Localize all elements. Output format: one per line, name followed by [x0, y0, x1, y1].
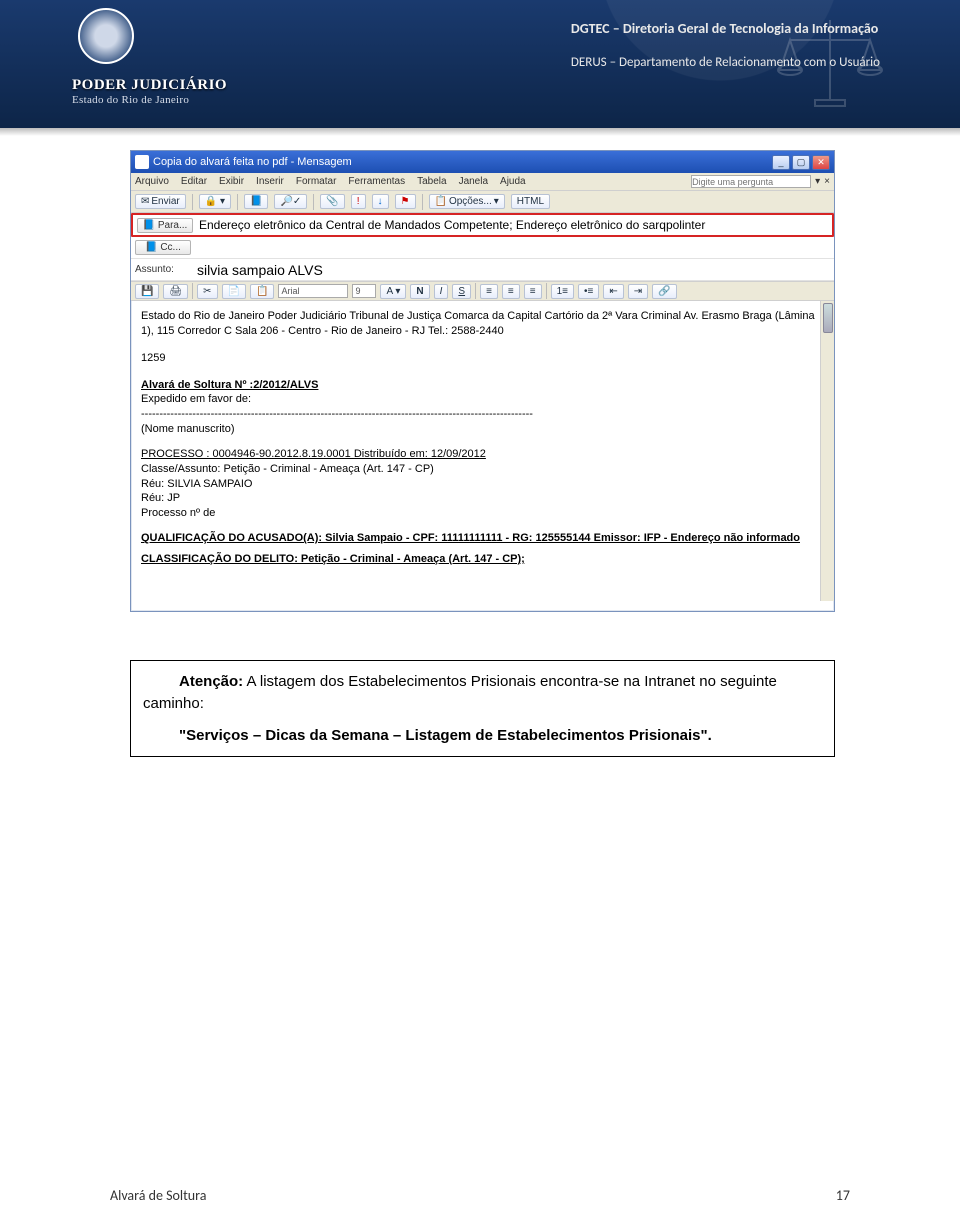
importance-low-button[interactable]: ↓ — [372, 194, 389, 209]
body-classif: CLASSIFICAÇÃO DO DELITO: Petição - Crimi… — [141, 552, 824, 567]
message-header-fields: 📘 Para... Endereço eletrônico da Central… — [131, 213, 834, 281]
accounts-button[interactable]: 🔒 ▾ — [199, 194, 231, 209]
copy-icon[interactable]: 📄 — [222, 284, 246, 299]
email-window: Copia do alvará feita no pdf - Mensagem … — [130, 150, 835, 612]
dropdown-icon[interactable]: ▾ — [815, 176, 820, 187]
coat-of-arms-icon — [78, 8, 134, 64]
bulleted-list-icon[interactable]: •≡ — [578, 284, 599, 299]
body-classe: Classe/Assunto: Petição - Criminal - Ame… — [141, 462, 824, 477]
to-label-button[interactable]: 📘 Para... — [137, 218, 193, 233]
org-line2: Estado do Rio de Janeiro — [72, 94, 227, 106]
minimize-button[interactable]: _ — [772, 155, 790, 170]
align-right-icon[interactable]: ≡ — [524, 284, 542, 299]
window-title: Copia do alvará feita no pdf - Mensagem — [153, 156, 352, 168]
page-header: PODER JUDICIÁRIO Estado do Rio de Janeir… — [0, 0, 960, 130]
org-title: PODER JUDICIÁRIO Estado do Rio de Janeir… — [72, 77, 227, 106]
bold-button[interactable]: N — [410, 284, 429, 299]
body-org-line: Estado do Rio de Janeiro Poder Judiciári… — [141, 309, 824, 339]
org-line1: PODER JUDICIÁRIO — [72, 77, 227, 94]
to-row: 📘 Para... Endereço eletrônico da Central… — [131, 213, 834, 237]
check-names-button[interactable]: 🔎✓ — [274, 194, 307, 209]
body-expedido: Expedido em favor de: — [141, 392, 824, 407]
outdent-icon[interactable]: ⇤ — [603, 284, 623, 299]
header-shadow — [0, 128, 960, 136]
insert-icon[interactable]: 🔗 — [652, 284, 676, 299]
body-alvara-title: Alvará de Soltura Nº :2/2012/ALVS — [141, 378, 824, 393]
menu-tabela[interactable]: Tabela — [417, 176, 446, 187]
body-nome: (Nome manuscrito) — [141, 422, 824, 437]
attention-box: Atenção: A listagem dos Estabelecimentos… — [130, 660, 835, 757]
options-button[interactable]: 📋 Opções... ▾ — [429, 194, 505, 209]
address-book-button[interactable]: 📘 — [244, 194, 268, 209]
print-icon[interactable]: 🖨 — [163, 284, 188, 299]
cc-row: 📘 Cc... — [131, 237, 834, 259]
toolbar: ✉ Enviar 🔒 ▾ 📘 🔎✓ 📎 ! ↓ ⚑ 📋 Opções... ▾ … — [131, 191, 834, 213]
body-qualif: QUALIFICAÇÃO DO ACUSADO(A): Silvia Sampa… — [141, 531, 824, 546]
body-num: 1259 — [141, 351, 824, 366]
align-left-icon[interactable]: ≡ — [480, 284, 498, 299]
italic-button[interactable]: I — [434, 284, 449, 299]
scroll-thumb[interactable] — [823, 303, 833, 333]
cut-icon[interactable]: ✂ — [197, 284, 217, 299]
body-processo: PROCESSO : 0004946-90.2012.8.19.0001 Dis… — [141, 447, 824, 462]
window-controls: _ ▢ ✕ — [772, 155, 830, 170]
maximize-button[interactable]: ▢ — [792, 155, 810, 170]
body-procnum: Processo nº de — [141, 506, 824, 521]
indent-icon[interactable]: ⇥ — [628, 284, 648, 299]
menu-inserir[interactable]: Inserir — [256, 176, 284, 187]
body-dashes: ----------------------------------------… — [141, 407, 824, 422]
menu-ajuda[interactable]: Ajuda — [500, 176, 526, 187]
menu-arquivo[interactable]: Arquivo — [135, 176, 169, 187]
body-reu1: Réu: SILVIA SAMPAIO — [141, 477, 824, 492]
send-button[interactable]: ✉ Enviar — [135, 194, 186, 209]
format-html-button[interactable]: HTML — [511, 194, 550, 209]
subject-row: Assunto: silvia sampaio ALVS — [131, 259, 834, 281]
subject-value[interactable]: silvia sampaio ALVS — [197, 262, 830, 278]
footer-title: Alvará de Soltura — [110, 1187, 206, 1204]
menu-formatar[interactable]: Formatar — [296, 176, 337, 187]
menu-janela[interactable]: Janela — [459, 176, 488, 187]
attention-line1: Atenção: A listagem dos Estabelecimentos… — [143, 671, 822, 715]
page-footer: Alvará de Soltura 17 — [110, 1187, 850, 1204]
vertical-scrollbar[interactable] — [820, 301, 834, 601]
header-dept2: DERUS – Departamento de Relacionamento c… — [571, 55, 880, 70]
close-icon[interactable]: × — [824, 176, 830, 187]
close-button[interactable]: ✕ — [812, 155, 830, 170]
font-color-icon[interactable]: A ▾ — [380, 284, 406, 299]
importance-high-button[interactable]: ! — [351, 194, 366, 209]
save-icon[interactable]: 💾 — [135, 284, 159, 299]
message-body[interactable]: Estado do Rio de Janeiro Poder Judiciári… — [131, 301, 834, 601]
app-icon — [135, 155, 149, 169]
attention-line2: "Serviços – Dicas da Semana – Listagem d… — [143, 725, 822, 747]
align-center-icon[interactable]: ≡ — [502, 284, 520, 299]
font-combo[interactable]: Arial — [278, 284, 348, 298]
menu-exibir[interactable]: Exibir — [219, 176, 244, 187]
paste-icon[interactable]: 📋 — [250, 284, 274, 299]
window-titlebar[interactable]: Copia do alvará feita no pdf - Mensagem … — [131, 151, 834, 173]
numbered-list-icon[interactable]: 1≡ — [551, 284, 574, 299]
header-right: DGTEC – Diretoria Geral de Tecnologia da… — [571, 20, 880, 70]
menu-ferramentas[interactable]: Ferramentas — [348, 176, 405, 187]
body-reu2: Réu: JP — [141, 491, 824, 506]
underline-button[interactable]: S — [452, 284, 471, 299]
flag-button[interactable]: ⚑ — [395, 194, 416, 209]
font-size-combo[interactable]: 9 — [352, 284, 376, 298]
footer-page-number: 17 — [836, 1187, 850, 1204]
menu-editar[interactable]: Editar — [181, 176, 207, 187]
menubar: Arquivo Editar Exibir Inserir Formatar F… — [131, 173, 834, 191]
header-dept1: DGTEC – Diretoria Geral de Tecnologia da… — [571, 20, 880, 37]
cc-label-button[interactable]: 📘 Cc... — [135, 240, 191, 255]
ask-question-input[interactable] — [691, 175, 811, 188]
subject-label: Assunto: — [135, 264, 191, 275]
attach-button[interactable]: 📎 — [320, 194, 344, 209]
format-toolbar: 💾 🖨 ✂ 📄 📋 Arial 9 A ▾ N I S ≡ ≡ ≡ 1≡ •≡ … — [131, 281, 834, 301]
to-value[interactable]: Endereço eletrônico da Central de Mandad… — [199, 218, 828, 232]
